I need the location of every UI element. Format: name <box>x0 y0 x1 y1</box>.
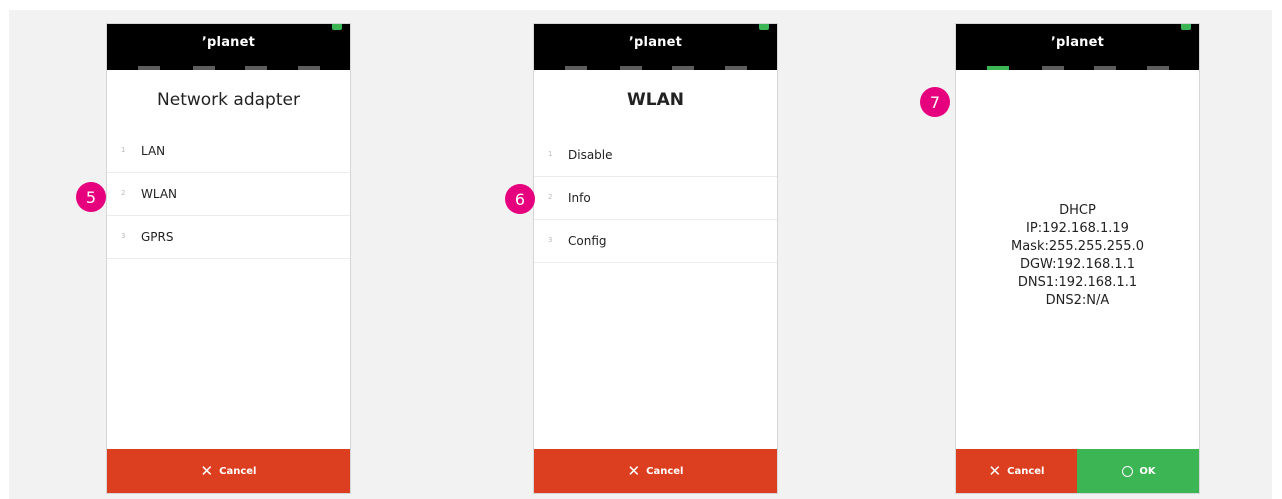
page-dot <box>1094 66 1116 70</box>
page-dot <box>725 66 747 70</box>
info-line-dns1: DNS1:192.168.1.1 <box>1017 275 1138 290</box>
menu-item-disable[interactable]: 1 Disable <box>534 135 777 177</box>
info-line-dns2: DNS2:N/A <box>1045 293 1110 308</box>
menu-item-label: Info <box>568 191 591 205</box>
top-bar: ʼplanet <box>956 24 1199 70</box>
menu-item-wlan[interactable]: 2 WLAN <box>107 174 350 216</box>
screen-title: WLAN <box>627 90 684 110</box>
menu-item-number: 1 <box>121 146 126 154</box>
menu-item-number: 2 <box>121 189 126 197</box>
cancel-label: Cancel <box>646 465 684 477</box>
brand-logo: ʼplanet <box>201 35 256 50</box>
info-line-mask: Mask:255.255.255.0 <box>1011 239 1144 254</box>
menu-item-number: 2 <box>548 193 553 201</box>
menu-item-label: LAN <box>141 144 166 158</box>
page-dot <box>672 66 694 70</box>
info-line-gateway: DGW:192.168.1.1 <box>1019 257 1136 272</box>
screen-title: Network adapter <box>157 90 300 110</box>
menu-item-label: WLAN <box>141 187 178 201</box>
status-indicator-icon <box>759 24 769 30</box>
page-dot-active <box>987 66 1009 70</box>
close-icon: ✕ <box>627 461 641 480</box>
close-icon: ✕ <box>200 461 214 480</box>
page-dot <box>298 66 320 70</box>
page-dot <box>138 66 160 70</box>
page-dot <box>1042 66 1064 70</box>
menu-item-info[interactable]: 2 Info <box>534 178 777 220</box>
page-dot <box>245 66 267 70</box>
close-icon: ✕ <box>988 461 1002 480</box>
menu-item-lan[interactable]: 1 LAN <box>107 131 350 173</box>
step-callout-7: 7 <box>920 87 950 117</box>
top-bar: ʼplanet <box>534 24 777 70</box>
circle-icon <box>1122 465 1134 477</box>
menu-item-label: GPRS <box>141 230 174 244</box>
step-callout-6: 6 <box>505 184 535 214</box>
step-callout-5: 5 <box>76 182 106 212</box>
page-dot <box>565 66 587 70</box>
info-line-ip: IP:192.168.1.19 <box>1026 221 1129 236</box>
ok-button[interactable]: OK <box>1077 449 1199 493</box>
cancel-button[interactable]: ✕ Cancel <box>107 449 350 493</box>
menu-item-label: Config <box>568 234 607 248</box>
page-indicator <box>534 65 777 70</box>
brand-logo: ʼplanet <box>628 35 683 50</box>
menu-item-number: 1 <box>548 150 553 158</box>
cancel-button[interactable]: ✕ Cancel <box>956 449 1077 493</box>
device-screen-wlan: ʼplanet WLAN 1 Disable 2 Info 3 Config ✕… <box>533 23 778 494</box>
menu-item-gprs[interactable]: 3 GPRS <box>107 217 350 259</box>
ok-label: OK <box>1139 465 1156 477</box>
cancel-button[interactable]: ✕ Cancel <box>534 449 777 493</box>
page-dot <box>193 66 215 70</box>
top-bar: ʼplanet <box>107 24 350 70</box>
network-info: DHCP IP:192.168.1.19 Mask:255.255.255.0 … <box>956 202 1199 310</box>
page-dot <box>1147 66 1169 70</box>
device-screen-network-adapter: ʼplanet Network adapter 1 LAN 2 WLAN 3 G… <box>106 23 351 494</box>
brand-logo: ʼplanet <box>1050 35 1105 50</box>
cancel-label: Cancel <box>1007 465 1045 477</box>
menu-item-number: 3 <box>121 232 126 240</box>
status-indicator-icon <box>1181 24 1191 30</box>
menu-item-label: Disable <box>568 148 613 162</box>
info-line-mode: DHCP <box>1059 203 1096 218</box>
menu-item-config[interactable]: 3 Config <box>534 221 777 263</box>
page-dot <box>620 66 642 70</box>
menu-item-number: 3 <box>548 236 553 244</box>
device-screen-wlan-info: ʼplanet DHCP IP:192.168.1.19 Mask:255.25… <box>955 23 1200 494</box>
page-indicator <box>956 65 1199 70</box>
status-indicator-icon <box>332 24 342 30</box>
cancel-label: Cancel <box>219 465 257 477</box>
page-indicator <box>107 65 350 70</box>
